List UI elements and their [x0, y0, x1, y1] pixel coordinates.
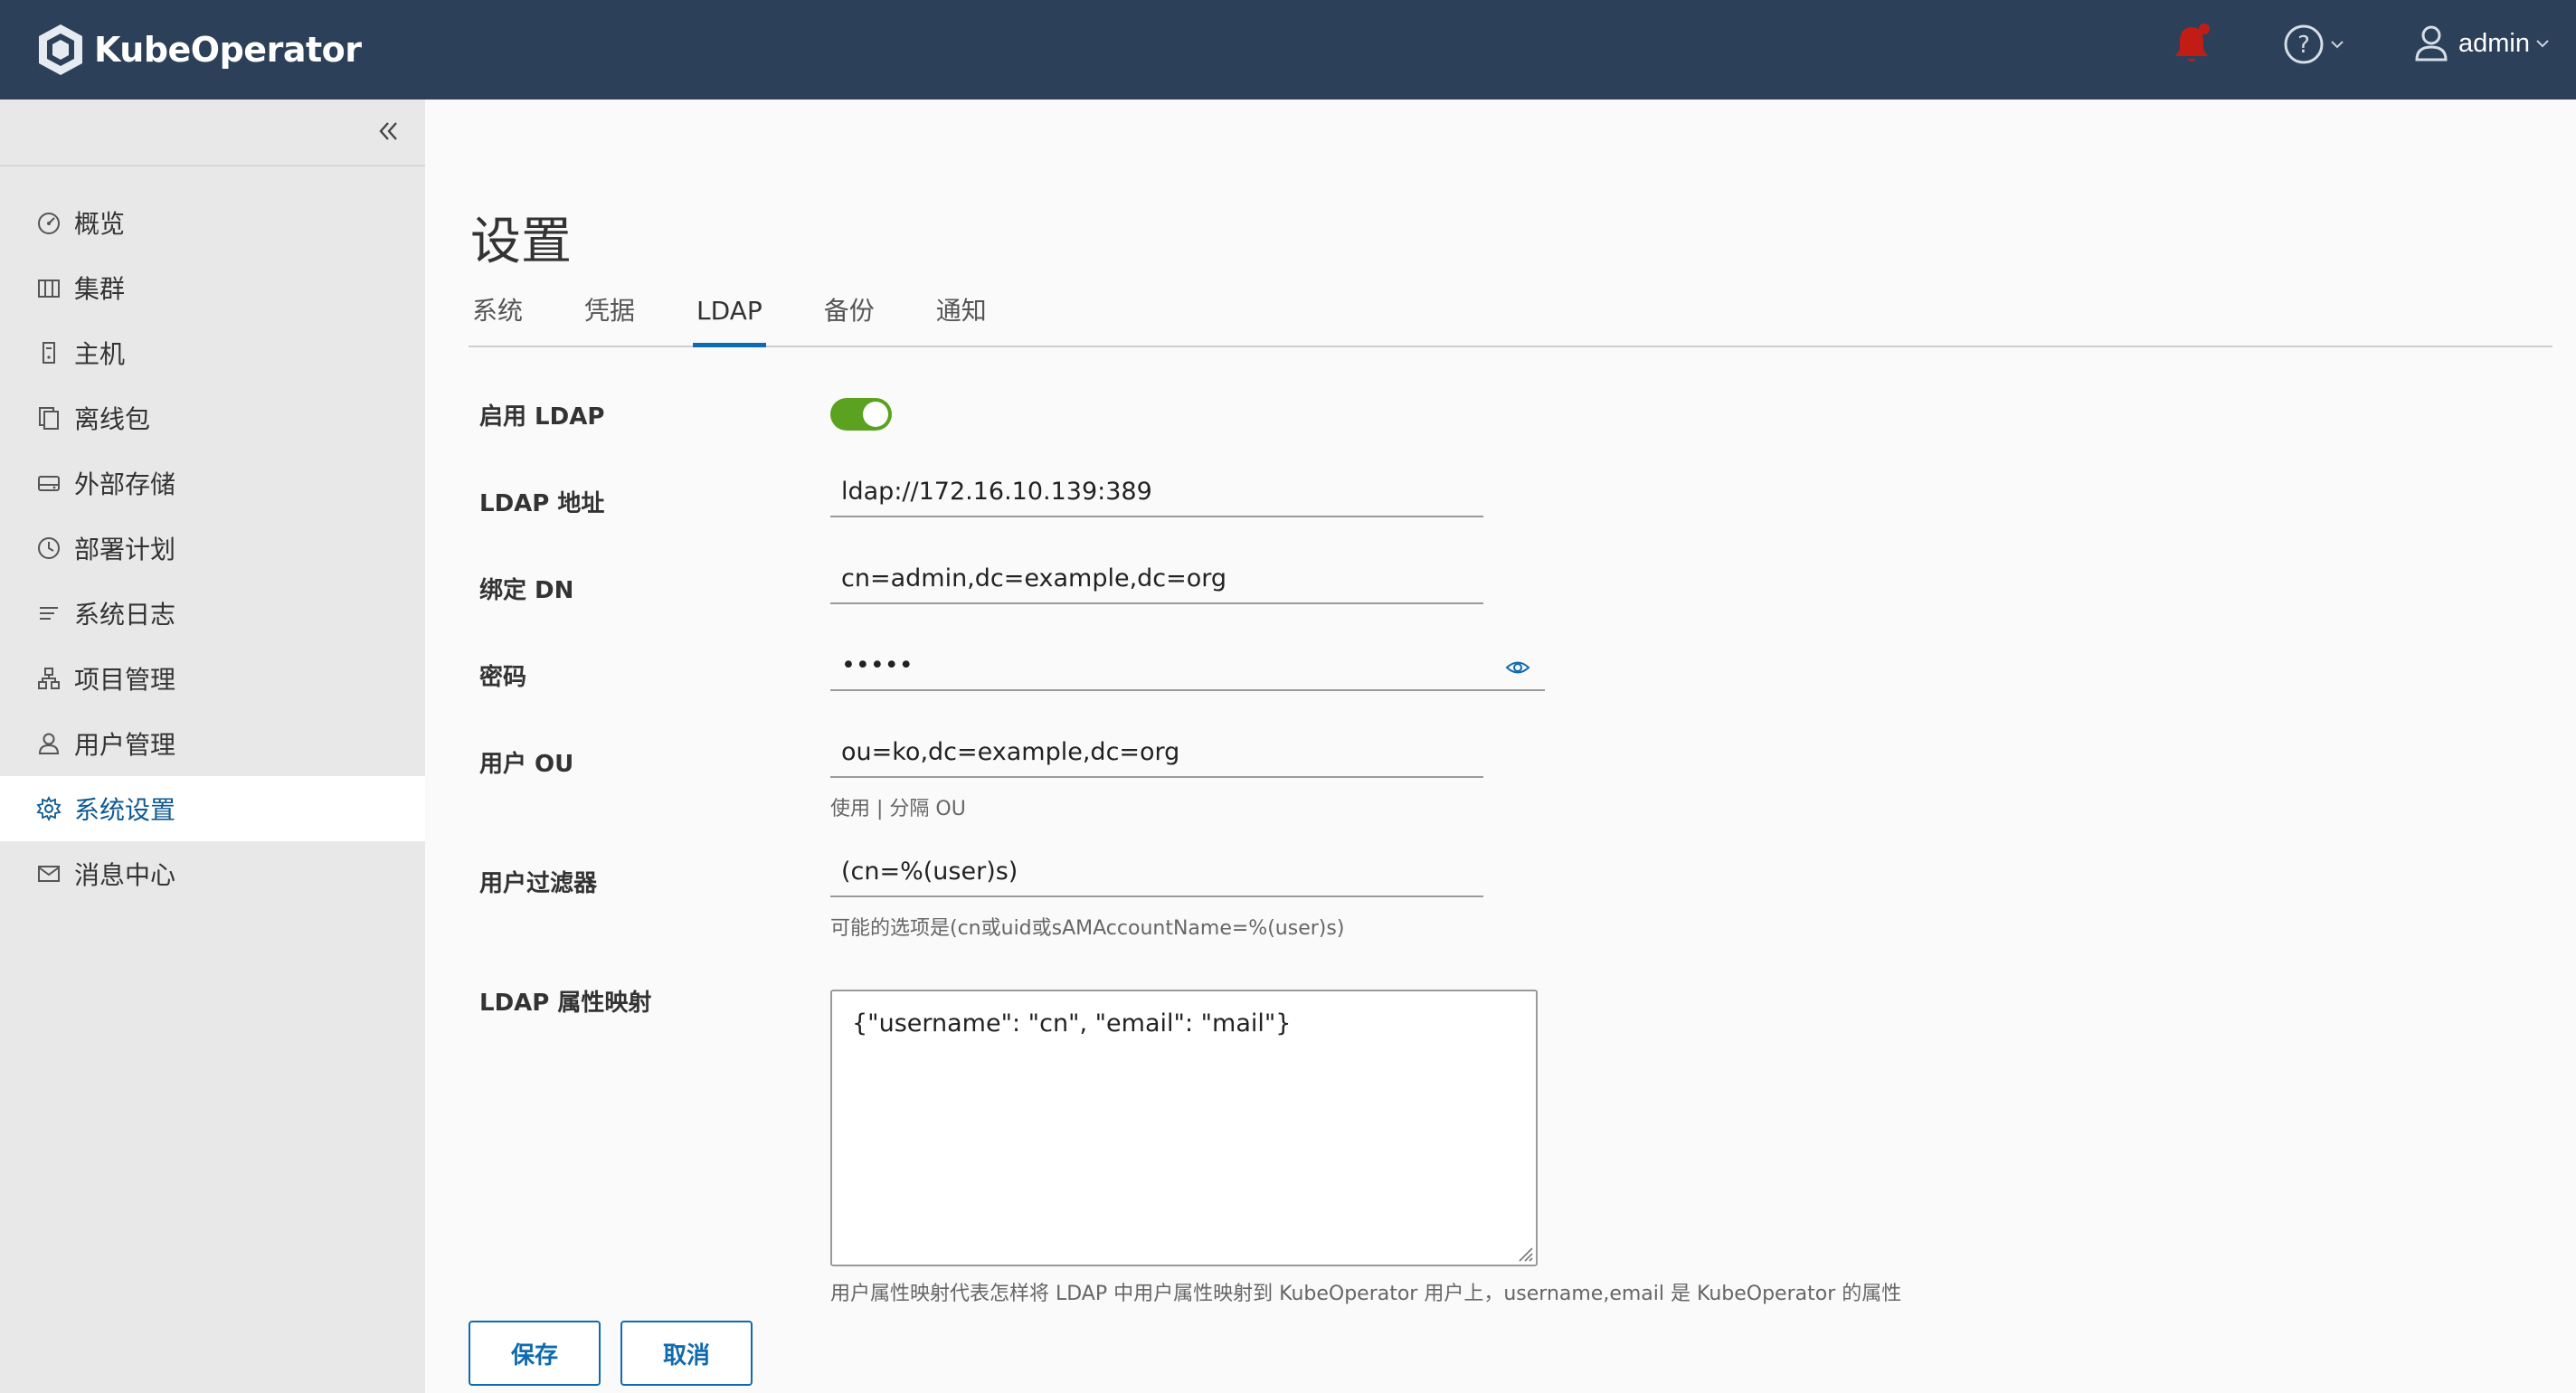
- sidebar-item-label: 用户管理: [74, 730, 176, 760]
- sidebar-item-overview[interactable]: 概览: [0, 190, 425, 255]
- sidebar-item-label: 离线包: [74, 404, 151, 434]
- project-icon: [36, 666, 62, 691]
- sidebar-item-messages[interactable]: 消息中心: [0, 841, 425, 906]
- svg-text:?: ?: [2297, 32, 2310, 59]
- sidebar-item-label: 项目管理: [74, 665, 176, 695]
- tab-notification[interactable]: 通知: [933, 286, 990, 346]
- user-filter-label: 用户过滤器: [479, 870, 598, 897]
- main-content: 设置 系统 凭据 LDAP 备份 通知 启用 LDAP LDAP 地址 ldap…: [425, 100, 2576, 1393]
- ldap-address-input[interactable]: ldap://172.16.10.139:389: [830, 470, 1483, 517]
- user-name: admin: [2458, 28, 2530, 58]
- sidebar-item-packages[interactable]: 离线包: [0, 385, 425, 450]
- password-input[interactable]: •••••: [830, 644, 1545, 691]
- sidebar-item-label: 消息中心: [74, 860, 176, 890]
- user-filter-input[interactable]: (cn=%(user)s): [830, 850, 1483, 897]
- tab-system[interactable]: 系统: [469, 286, 526, 346]
- dashboard-icon: [36, 210, 62, 235]
- sidebar-item-label: 系统设置: [74, 795, 176, 825]
- password-label: 密码: [479, 664, 527, 691]
- brand-name: KubeOperator: [94, 30, 362, 70]
- kubeoperator-logo-icon: [39, 24, 82, 75]
- user-ou-input[interactable]: ou=ko,dc=example,dc=org: [830, 731, 1483, 778]
- sidebar-item-settings[interactable]: 系统设置: [0, 776, 425, 841]
- sidebar-item-deploy-plan[interactable]: 部署计划: [0, 516, 425, 581]
- top-header: KubeOperator ? admin: [0, 0, 2576, 100]
- settings-tabs: 系统 凭据 LDAP 备份 通知: [469, 286, 2552, 347]
- user-filter-helper: 可能的选项是(cn或uid或sAMAccountName=%(user)s): [830, 917, 1345, 940]
- attribute-mapping-value: {"username": "cn", "email": "mail"}: [852, 1009, 1292, 1038]
- package-icon: [36, 405, 62, 431]
- user-menu[interactable]: admin: [2413, 24, 2550, 63]
- chevron-down-icon: [2331, 41, 2344, 49]
- bind-dn-label: 绑定 DN: [479, 577, 574, 604]
- enable-ldap-toggle[interactable]: [830, 398, 892, 431]
- storage-icon: [36, 470, 62, 496]
- sidebar-item-hosts[interactable]: 主机: [0, 320, 425, 385]
- tab-backup[interactable]: 备份: [820, 286, 878, 346]
- brand[interactable]: KubeOperator: [36, 23, 362, 77]
- attribute-mapping-textarea[interactable]: {"username": "cn", "email": "mail"}: [830, 990, 1538, 1266]
- chevron-down-icon: [2536, 40, 2549, 48]
- sidebar-item-system-log[interactable]: 系统日志: [0, 581, 425, 646]
- ldap-address-label: LDAP 地址: [479, 490, 605, 517]
- eye-icon[interactable]: [1505, 659, 1530, 677]
- settings-icon: [36, 796, 62, 821]
- sidebar-item-label: 概览: [74, 209, 126, 239]
- user-ou-helper: 使用 | 分隔 OU: [830, 798, 966, 820]
- sidebar-item-label: 集群: [74, 274, 126, 304]
- double-chevron-left-icon[interactable]: [374, 118, 402, 145]
- cluster-icon: [36, 275, 62, 300]
- page-title: 设置: [470, 213, 572, 271]
- save-button[interactable]: 保存: [469, 1321, 601, 1386]
- notifications-button[interactable]: [2171, 22, 2216, 67]
- help-menu[interactable]: ?: [2283, 24, 2344, 65]
- sidebar: 概览 集群 主机 离线包 外部存储 部署计划 系统日志 项目管理 用户管理 系统…: [0, 100, 425, 1393]
- cancel-button[interactable]: 取消: [620, 1321, 753, 1386]
- sidebar-nav: 概览 集群 主机 离线包 外部存储 部署计划 系统日志 项目管理 用户管理 系统…: [0, 190, 425, 906]
- sidebar-item-label: 系统日志: [74, 600, 176, 630]
- enable-ldap-label: 启用 LDAP: [479, 403, 605, 431]
- user-avatar-icon: [2415, 25, 2448, 62]
- help-icon: ?: [2284, 24, 2324, 64]
- attribute-mapping-label: LDAP 属性映射: [479, 990, 652, 1017]
- host-icon: [36, 340, 62, 365]
- sidebar-item-storage[interactable]: 外部存储: [0, 450, 425, 516]
- log-icon: [36, 601, 62, 626]
- sidebar-item-projects[interactable]: 项目管理: [0, 646, 425, 711]
- password-value: •••••: [841, 651, 914, 679]
- user-icon: [36, 731, 62, 756]
- bell-icon: [2175, 24, 2210, 62]
- sidebar-item-label: 外部存储: [74, 469, 176, 499]
- attribute-mapping-helper: 用户属性映射代表怎样将 LDAP 中用户属性映射到 KubeOperator 用…: [830, 1283, 1902, 1305]
- sidebar-item-users[interactable]: 用户管理: [0, 711, 425, 776]
- sidebar-collapse-bar: [0, 100, 425, 166]
- tab-ldap[interactable]: LDAP: [693, 286, 766, 347]
- sidebar-item-label: 主机: [74, 339, 126, 369]
- resize-handle-icon[interactable]: [1514, 1243, 1534, 1263]
- plan-icon: [36, 535, 62, 561]
- user-ou-label: 用户 OU: [479, 751, 574, 778]
- tab-credentials[interactable]: 凭据: [581, 286, 639, 346]
- sidebar-item-label: 部署计划: [74, 535, 176, 564]
- sidebar-item-clusters[interactable]: 集群: [0, 255, 425, 320]
- mail-icon: [36, 861, 62, 886]
- bind-dn-input[interactable]: cn=admin,dc=example,dc=org: [830, 557, 1483, 604]
